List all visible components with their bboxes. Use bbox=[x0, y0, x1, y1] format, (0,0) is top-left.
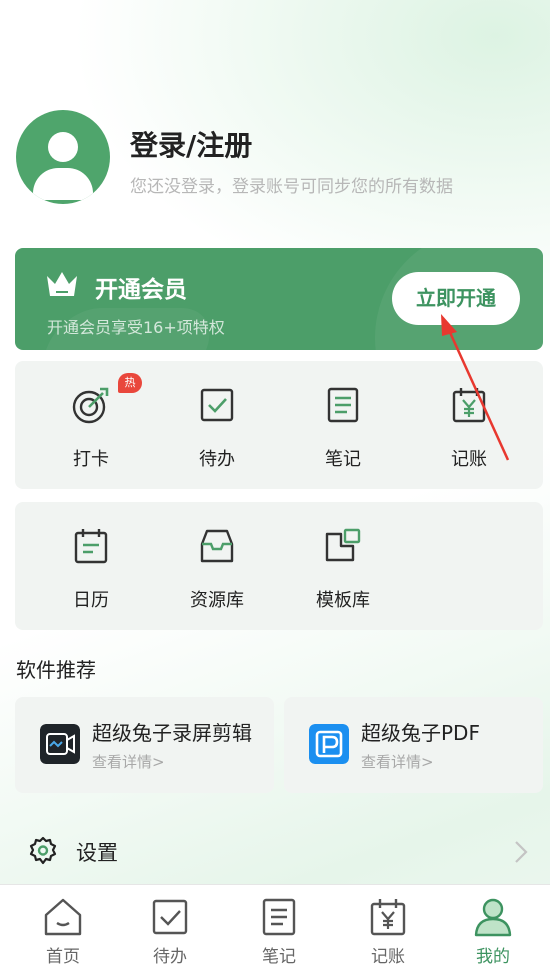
nav-label: 笔记 bbox=[262, 947, 296, 967]
mine-page: 登录/注册 您还没登录，登录账号可同步您的所有数据 开通会员 开通会员享受16+… bbox=[0, 0, 550, 969]
gear-icon bbox=[29, 836, 57, 865]
crown-icon bbox=[47, 272, 77, 296]
app-detail-link[interactable]: 查看详情> bbox=[92, 751, 165, 772]
open-vip-button[interactable]: 立即开通 bbox=[392, 272, 520, 325]
app-card-pdf[interactable]: 超级兔子PDF 查看详情> bbox=[284, 697, 543, 793]
vip-title: 开通会员 bbox=[95, 277, 187, 303]
bottom-nav: 首页 待办 笔记 记账 我的 bbox=[0, 884, 550, 969]
tool-label: 日历 bbox=[73, 590, 109, 611]
nav-notes[interactable]: 笔记 bbox=[224, 885, 334, 969]
avatar-head-shape bbox=[48, 132, 78, 162]
tool-todo[interactable]: 待办 bbox=[151, 361, 283, 489]
todo-check-icon bbox=[200, 388, 234, 422]
tool-resources[interactable]: 资源库 bbox=[151, 502, 283, 630]
app-detail-link[interactable]: 查看详情> bbox=[361, 751, 434, 772]
tool-ledger[interactable]: 记账 bbox=[403, 361, 535, 489]
tools-card-primary: 热 打卡 待办 笔记 记账 bbox=[15, 361, 543, 489]
ledger-yen-icon bbox=[452, 388, 486, 423]
vip-banner[interactable]: 开通会员 开通会员享受16+项特权 立即开通 bbox=[15, 248, 543, 350]
app-name: 超级兔子录屏剪辑 bbox=[92, 721, 252, 745]
tools-card-secondary: 日历 资源库 模板库 bbox=[15, 502, 543, 630]
note-icon bbox=[327, 387, 359, 423]
nav-ledger[interactable]: 记账 bbox=[333, 885, 443, 969]
nav-label: 我的 bbox=[476, 947, 510, 967]
vip-subtitle: 开通会员享受16+项特权 bbox=[47, 318, 225, 337]
hot-badge: 热 bbox=[118, 373, 142, 393]
todo-check-icon bbox=[152, 899, 188, 935]
tool-notes[interactable]: 笔记 bbox=[277, 361, 409, 489]
ledger-yen-icon bbox=[370, 899, 406, 936]
nav-mine[interactable]: 我的 bbox=[438, 885, 548, 969]
inbox-tray-icon bbox=[200, 529, 234, 563]
login-register-title[interactable]: 登录/注册 bbox=[130, 124, 252, 164]
nav-label: 记账 bbox=[371, 947, 405, 967]
app-name: 超级兔子PDF bbox=[361, 721, 480, 745]
tool-label: 记账 bbox=[451, 449, 487, 470]
nav-home[interactable]: 首页 bbox=[8, 885, 118, 969]
app-card-recorder[interactable]: 超级兔子录屏剪辑 查看详情> bbox=[15, 697, 274, 793]
pdf-app-icon bbox=[309, 724, 349, 764]
note-icon bbox=[262, 898, 296, 936]
template-icon bbox=[325, 528, 361, 562]
software-section-title: 软件推荐 bbox=[16, 658, 96, 682]
calendar-icon bbox=[74, 529, 108, 564]
tool-label: 笔记 bbox=[325, 449, 361, 470]
settings-label: 设置 bbox=[76, 841, 118, 865]
nav-label: 首页 bbox=[46, 947, 80, 967]
avatar-body-shape bbox=[33, 168, 93, 200]
tool-label: 打卡 bbox=[73, 449, 109, 470]
tool-templates[interactable]: 模板库 bbox=[277, 502, 409, 630]
avatar[interactable] bbox=[16, 110, 110, 204]
nav-label: 待办 bbox=[153, 947, 187, 967]
settings-row[interactable]: 设置 bbox=[0, 820, 550, 884]
screen-recorder-app-icon bbox=[40, 724, 80, 764]
profile-icon bbox=[474, 898, 512, 937]
checkin-target-icon bbox=[72, 387, 109, 424]
nav-todo[interactable]: 待办 bbox=[115, 885, 225, 969]
tool-label: 模板库 bbox=[316, 590, 370, 611]
tool-label: 待办 bbox=[199, 449, 235, 470]
chevron-right-icon bbox=[515, 841, 528, 863]
tool-calendar[interactable]: 日历 bbox=[25, 502, 157, 630]
tool-label: 资源库 bbox=[190, 590, 244, 611]
profile-section[interactable]: 登录/注册 您还没登录，登录账号可同步您的所有数据 bbox=[16, 110, 536, 206]
tool-checkin[interactable]: 热 打卡 bbox=[25, 361, 157, 489]
home-icon bbox=[44, 898, 82, 936]
login-hint-text: 您还没登录，登录账号可同步您的所有数据 bbox=[130, 177, 453, 197]
